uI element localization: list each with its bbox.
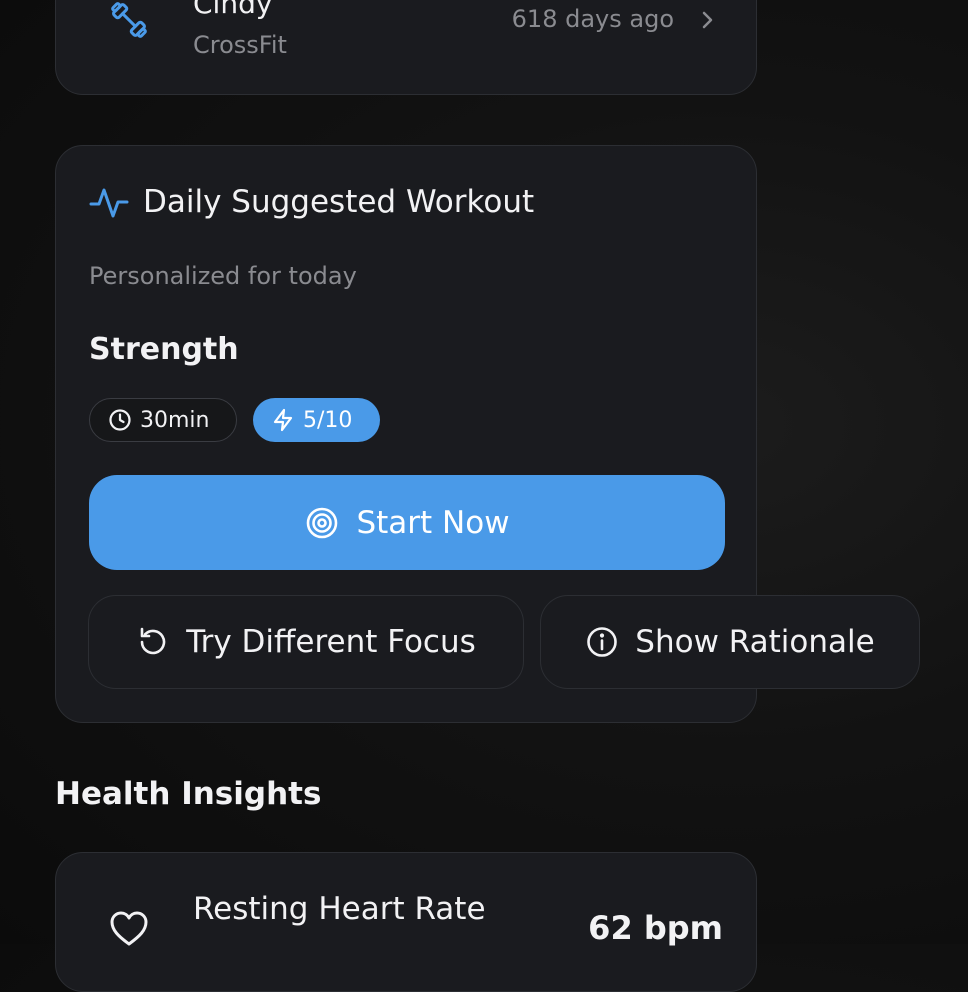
target-icon xyxy=(307,507,338,538)
health-insights-heading: Health Insights xyxy=(55,776,322,812)
start-now-button[interactable]: Start Now xyxy=(89,475,725,570)
metric-value: 62 bpm xyxy=(588,909,723,947)
intensity-chip: 5/10 xyxy=(253,398,380,442)
dumbbell-icon xyxy=(111,2,147,38)
resting-heart-rate-card[interactable]: Resting Heart Rate 62 bpm xyxy=(55,852,757,992)
card-subtitle: Personalized for today xyxy=(89,262,357,290)
duration-value: 30min xyxy=(140,407,210,433)
workout-type: CrossFit xyxy=(193,31,287,59)
workout-focus: Strength xyxy=(89,332,239,367)
try-different-focus-label: Try Different Focus xyxy=(186,624,476,660)
info-icon xyxy=(587,627,618,657)
card-title: Daily Suggested Workout xyxy=(143,184,535,220)
workout-name: Cindy xyxy=(193,0,273,20)
activity-icon xyxy=(89,188,129,218)
last-done-time: 618 days ago xyxy=(511,5,674,33)
intensity-value: 5/10 xyxy=(303,407,353,433)
recent-workout-card[interactable]: Cindy CrossFit 618 days ago xyxy=(55,0,757,95)
chevron-right-icon xyxy=(702,11,713,29)
show-rationale-label: Show Rationale xyxy=(635,624,875,660)
start-now-label: Start Now xyxy=(356,504,510,541)
metric-name: Resting Heart Rate xyxy=(193,891,486,927)
try-different-focus-button[interactable]: Try Different Focus xyxy=(88,595,524,689)
card-header: Daily Suggested Workout xyxy=(89,182,534,222)
refresh-icon xyxy=(140,627,166,655)
clock-icon xyxy=(109,409,131,431)
duration-chip: 30min xyxy=(89,398,237,442)
lightning-icon xyxy=(273,408,293,432)
show-rationale-button[interactable]: Show Rationale xyxy=(540,595,920,689)
